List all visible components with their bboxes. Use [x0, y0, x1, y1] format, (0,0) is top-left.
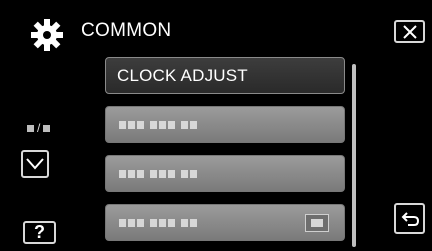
menu-item-label [119, 218, 197, 227]
back-button[interactable] [394, 203, 425, 234]
close-icon [402, 24, 417, 39]
page-indicator: / [27, 121, 51, 135]
chevron-down-icon [26, 158, 44, 170]
page-indicator-square [27, 124, 34, 132]
help-label: ? [34, 222, 45, 242]
menu-item[interactable] [105, 106, 345, 143]
menu-item-icon [305, 214, 329, 232]
menu-item-label: CLOCK ADJUST [117, 65, 248, 85]
scroll-down-button[interactable] [21, 150, 49, 178]
help-button[interactable]: ? [23, 221, 56, 244]
close-button[interactable] [394, 20, 425, 43]
menu-item[interactable] [105, 204, 345, 241]
gear-icon [31, 19, 63, 51]
header-bar: COMMON [0, 0, 432, 51]
page-indicator-square [43, 124, 51, 132]
menu-item-label [119, 169, 197, 178]
menu-item-label [119, 120, 197, 129]
page-title: COMMON [81, 20, 172, 41]
menu-item-clock-adjust[interactable]: CLOCK ADJUST [105, 57, 345, 94]
menu-item[interactable] [105, 155, 345, 192]
scrollbar[interactable] [352, 64, 356, 247]
back-arrow-icon [401, 211, 419, 226]
page-indicator-slash: / [37, 121, 41, 135]
